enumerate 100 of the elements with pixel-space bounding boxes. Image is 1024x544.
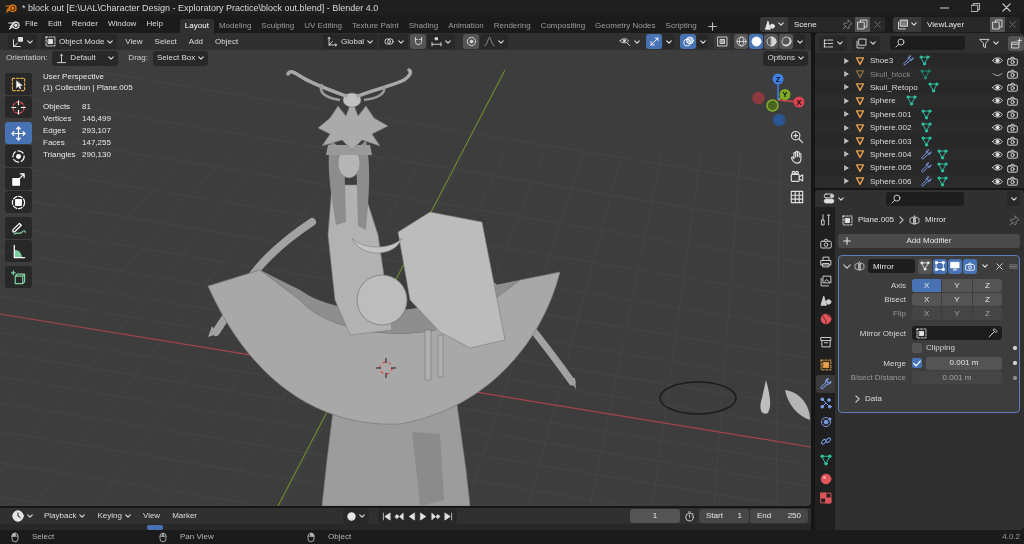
tool-button[interactable] [5,145,32,167]
shading-button[interactable] [779,34,793,49]
caret-icon[interactable] [498,39,504,44]
workspace-tab[interactable]: Rendering [488,19,536,33]
filter-dropdown[interactable] [852,35,880,51]
hand-icon[interactable] [790,150,804,164]
menu-button[interactable]: File [20,16,43,32]
camera-icon[interactable] [1007,82,1018,93]
camera-icon[interactable] [1007,122,1018,133]
object-name[interactable]: Sphere.005 [870,163,912,173]
drag-dropdown[interactable]: Select Box [152,50,209,66]
menu-button[interactable]: Edit [42,16,67,32]
data-subpanel-toggle[interactable]: Data [855,392,1015,406]
caret-icon[interactable] [108,56,115,60]
caret-icon[interactable] [634,39,640,44]
camera-icon[interactable] [1007,109,1018,120]
vertex-triangle-icon[interactable] [921,108,933,120]
prev-keyframe-icon[interactable] [394,511,405,521]
object-name[interactable]: Sphere.002 [870,123,912,133]
keyframe-button[interactable] [343,508,370,524]
workspace-tab[interactable]: Layout [179,19,214,33]
object-name[interactable]: Sphere.001 [870,109,912,119]
axis-toggle[interactable]: X [912,293,942,306]
xray-toggle[interactable] [714,34,730,49]
workspace-tab[interactable]: UV Editing [299,19,348,33]
caret-icon[interactable] [367,39,374,44]
merge-checkbox[interactable] [912,358,922,368]
caret-icon[interactable] [79,514,86,518]
current-frame-field[interactable]: 1 [630,509,680,523]
shading-button[interactable] [749,34,763,49]
wrench-icon[interactable] [921,148,933,160]
workspace-tab[interactable]: Modeling [213,19,257,33]
vertex-triangle-icon[interactable] [905,95,917,107]
caret-icon[interactable] [665,39,672,44]
object-name[interactable]: Sphere.004 [870,149,912,159]
tool-button[interactable] [5,240,32,262]
snap-toggle[interactable] [410,34,426,49]
end-frame-field[interactable]: End 250 [750,509,808,523]
pivot-dropdown[interactable] [379,34,408,49]
vertex-triangle-icon[interactable] [937,162,949,174]
wrench-icon[interactable] [921,162,933,174]
menu-button[interactable]: Window [102,16,142,32]
eye-icon[interactable] [992,136,1003,146]
negative-axis-handle[interactable] [766,99,779,112]
camera-icon[interactable] [1007,176,1018,187]
tool-button[interactable] [5,96,32,118]
viewport-toggle[interactable] [948,258,962,274]
caret-icon[interactable] [27,39,33,44]
caret-icon[interactable] [445,39,451,44]
tool-button[interactable] [5,217,32,239]
wrench-icon[interactable] [921,175,933,187]
eye-icon[interactable] [992,123,1003,133]
eye-closed-icon[interactable] [992,71,1003,77]
negative-axis-handle[interactable] [772,113,786,127]
eye-icon[interactable] [992,163,1003,173]
editor-type-button[interactable] [8,34,37,49]
axis-toggle[interactable]: X [912,279,942,292]
view-layer-name-field[interactable]: ViewLayer [921,19,990,29]
menu-button[interactable]: Render [66,16,103,32]
tool-button[interactable] [5,73,32,95]
mode-dropdown[interactable]: Object Mode [41,34,118,49]
caret-icon[interactable] [798,56,804,60]
search-field[interactable] [890,36,965,50]
caret-icon[interactable] [398,39,404,44]
stopwatch-icon[interactable] [684,510,695,522]
caret-icon[interactable] [1010,196,1017,201]
menu-button[interactable]: View [120,34,148,49]
caret-icon[interactable] [838,196,844,201]
object-name[interactable]: Sphere [870,96,896,106]
snap-target-dropdown[interactable] [427,34,455,49]
caret-icon[interactable] [982,264,988,268]
eye-icon[interactable] [992,82,1003,92]
new-collection-button[interactable] [1008,35,1024,51]
camera-icon[interactable] [1007,136,1018,147]
vertex-triangle-icon[interactable] [921,135,933,147]
caret-icon[interactable] [796,39,803,44]
modifier-name-field[interactable]: Mirror [868,259,915,273]
overlays-toggle[interactable] [680,34,696,49]
tool-button[interactable] [5,191,32,213]
scene-browse-button[interactable] [760,16,788,32]
gizmo-dropdown[interactable] [663,34,674,49]
proportional-toggle[interactable] [463,34,479,49]
workspace-tab[interactable]: Sculpting [256,19,300,33]
menu-button[interactable]: Object [210,34,244,49]
crosshair-cursor-icon[interactable] [375,357,397,379]
caret-icon[interactable] [699,39,706,44]
vertex-triangle-icon[interactable] [921,122,933,134]
minimize-icon[interactable] [940,6,949,9]
caret-icon[interactable] [27,514,33,518]
tool-button[interactable] [5,168,32,190]
character-model-drawing[interactable] [207,68,576,506]
jump-start-icon[interactable] [382,511,392,521]
vertex-triangle-icon[interactable] [937,148,949,160]
camera-icon[interactable] [1007,149,1018,160]
play-icon[interactable] [419,511,429,521]
caret-icon[interactable] [911,22,917,26]
shading-button[interactable] [764,34,778,49]
tool-button[interactable] [5,266,32,288]
pin-icon[interactable] [1009,214,1020,226]
falloff-dropdown[interactable] [480,34,508,49]
